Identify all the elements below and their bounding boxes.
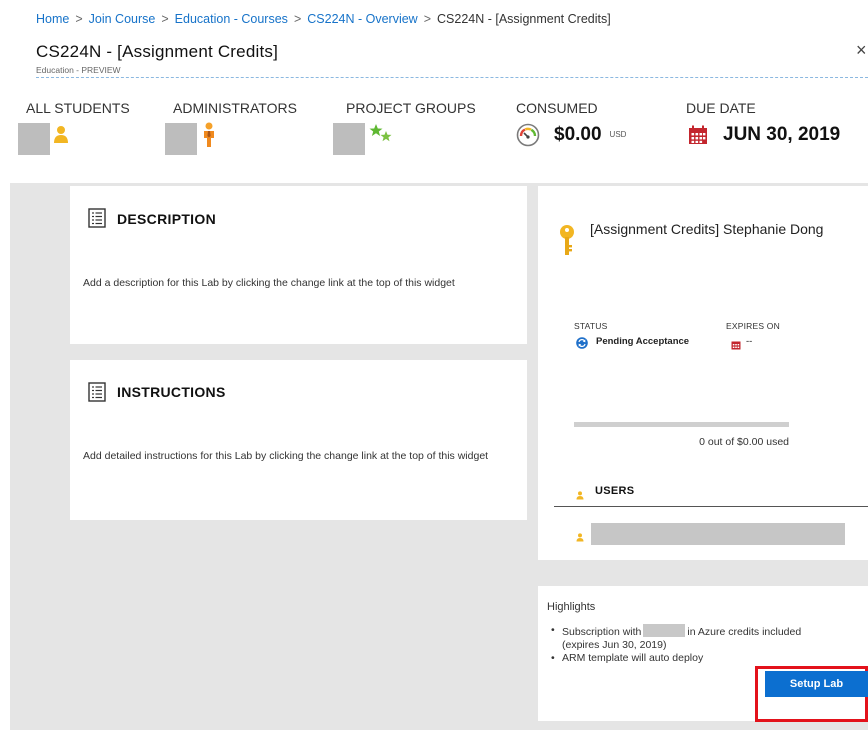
expires-value: --: [746, 336, 753, 347]
breadcrumb: Home > Join Course > Education - Courses > CS2…: [36, 12, 611, 26]
instructions-card: INSTRUCTIONS Add detailed instructions f…: [70, 360, 527, 520]
user-icon: [576, 487, 584, 505]
highlight-item-text: Subscription with: [562, 626, 642, 638]
admin-icon: [202, 122, 216, 153]
highlight-item: ARM template will auto deploy: [549, 652, 864, 665]
stat-all-students[interactable]: ALL STUDENTS: [26, 100, 130, 116]
stat-consumed: CONSUMED: [516, 100, 598, 116]
page-title: CS224N - [Assignment Credits]: [36, 42, 278, 61]
lab-card: [Assignment Credits] Stephanie Dong STAT…: [538, 186, 868, 560]
consumed-amount: $0.00: [554, 124, 602, 145]
stat-all-students-label: ALL STUDENTS: [26, 100, 130, 116]
breadcrumb-education-courses[interactable]: Education - Courses: [175, 12, 288, 26]
highlights-card: Highlights Subscription with in Azure cre…: [538, 586, 868, 722]
status-value: Pending Acceptance: [596, 336, 690, 347]
description-heading: DESCRIPTION: [117, 211, 216, 227]
highlights-list: Subscription with in Azure credits includ…: [549, 624, 864, 665]
description-text: Add a description for this Lab by clicki…: [83, 277, 455, 289]
document-icon: [88, 382, 106, 407]
redacted-count: [18, 123, 50, 155]
breadcrumb-join-course[interactable]: Join Course: [89, 12, 156, 26]
stat-project-groups-label: PROJECT GROUPS: [346, 100, 476, 116]
usage-bar: [574, 422, 789, 427]
calendar-icon: [688, 125, 708, 150]
close-icon[interactable]: ×: [856, 40, 868, 61]
dashboard-area: DESCRIPTION Add a description for this L…: [10, 183, 868, 730]
description-card: DESCRIPTION Add a description for this L…: [70, 186, 527, 344]
user-icon: [53, 124, 69, 149]
due-date-value: JUN 30, 2019: [723, 124, 841, 145]
stars-icon: [369, 123, 393, 150]
stat-administrators[interactable]: ADMINISTRATORS: [173, 100, 297, 116]
breadcrumb-current: CS224N - [Assignment Credits]: [437, 12, 611, 26]
highlight-item-text: ARM template will auto deploy: [562, 652, 704, 664]
highlights-heading: Highlights: [547, 601, 596, 613]
breadcrumb-separator: >: [75, 12, 83, 26]
stat-due-date: DUE DATE: [686, 100, 756, 116]
breadcrumb-separator: >: [161, 12, 169, 26]
users-heading: USERS: [595, 485, 635, 497]
redacted-count: [165, 123, 197, 155]
consumed-unit: USD: [609, 130, 627, 140]
breadcrumb-course-overview[interactable]: CS224N - Overview: [307, 12, 417, 26]
calendar-icon: [731, 337, 741, 355]
gauge-icon: [516, 123, 540, 152]
title-block: CS224N - [Assignment Credits] Education …: [36, 40, 868, 78]
consumed-value: $0.00 USD: [554, 124, 626, 146]
setup-lab-button[interactable]: Setup Lab: [765, 671, 868, 697]
usage-text: 0 out of $0.00 used: [699, 436, 789, 448]
stat-due-date-label: DUE DATE: [686, 100, 756, 116]
stat-consumed-label: CONSUMED: [516, 100, 598, 116]
page-subtitle: Education - PREVIEW: [36, 65, 121, 75]
stat-project-groups[interactable]: PROJECT GROUPS: [346, 100, 476, 116]
highlight-item-text: (expires Jun 30, 2019): [562, 639, 667, 651]
breadcrumb-separator: >: [423, 12, 432, 26]
expires-label: EXPIRES ON: [726, 321, 780, 331]
redacted-amount: [643, 624, 686, 637]
user-icon: [576, 529, 584, 547]
page: Home > Join Course > Education - Courses > CS2…: [0, 0, 868, 730]
breadcrumb-separator: >: [293, 12, 302, 26]
highlight-item-text: in Azure credits included: [687, 626, 802, 638]
document-icon: [88, 208, 106, 233]
divider: [554, 506, 868, 507]
instructions-text: Add detailed instructions for this Lab b…: [83, 450, 489, 462]
redacted-user: [591, 523, 845, 545]
redacted-count: [333, 123, 365, 155]
key-icon: [559, 224, 575, 263]
stat-administrators-label: ADMINISTRATORS: [173, 100, 297, 116]
highlight-item: Subscription with in Azure credits includ…: [549, 624, 864, 652]
lab-title: [Assignment Credits] Stephanie Dong: [590, 221, 824, 237]
breadcrumb-home[interactable]: Home: [36, 12, 69, 26]
instructions-heading: INSTRUCTIONS: [117, 384, 226, 400]
sync-icon: [576, 336, 588, 354]
status-label: STATUS: [574, 321, 608, 331]
